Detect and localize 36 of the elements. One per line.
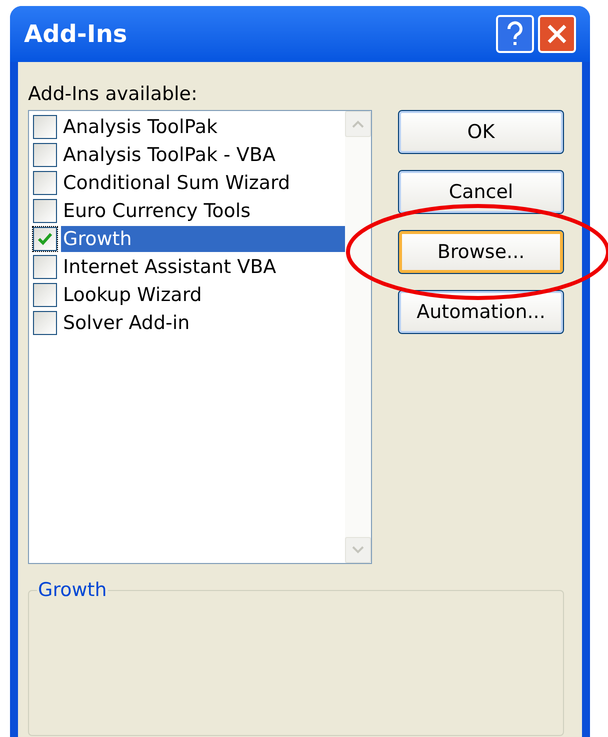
item-label: Lookup Wizard	[62, 283, 203, 308]
dialog-button[interactable]: Cancel	[398, 170, 564, 214]
window-title: Add-Ins	[24, 19, 128, 50]
checkbox[interactable]	[33, 199, 57, 223]
checkbox[interactable]	[33, 171, 57, 195]
help-button[interactable]	[496, 15, 534, 53]
list-label: Add-Ins available:	[28, 82, 198, 106]
item-label: Solver Add-in	[62, 311, 191, 336]
checkbox[interactable]	[33, 255, 57, 279]
close-icon	[546, 23, 568, 45]
checkbox[interactable]	[33, 311, 57, 335]
dialog-button[interactable]: OK	[398, 110, 564, 154]
list-item[interactable]: Analysis ToolPak - VBA	[33, 141, 345, 169]
item-label: Growth	[61, 226, 345, 252]
group-title: Growth	[37, 578, 108, 603]
close-button[interactable]	[538, 15, 576, 53]
list-item[interactable]: Conditional Sum Wizard	[33, 169, 345, 197]
dialog-button[interactable]: Browse...	[398, 230, 564, 274]
item-label: Conditional Sum Wizard	[62, 171, 292, 196]
item-label: Euro Currency Tools	[62, 199, 252, 224]
checkbox[interactable]	[33, 283, 57, 307]
list-item[interactable]: Internet Assistant VBA	[33, 253, 345, 281]
list-item[interactable]: Lookup Wizard	[33, 281, 345, 309]
question-mark-icon	[506, 21, 524, 47]
list-item[interactable]: Analysis ToolPak	[33, 113, 345, 141]
item-label: Internet Assistant VBA	[62, 255, 278, 280]
item-label: Analysis ToolPak - VBA	[62, 143, 276, 168]
list-item[interactable]: Growth	[33, 225, 345, 253]
checkbox[interactable]	[33, 115, 57, 139]
list-item[interactable]: Euro Currency Tools	[33, 197, 345, 225]
item-label: Analysis ToolPak	[62, 115, 218, 140]
checkmark-icon	[37, 232, 53, 246]
checkbox[interactable]	[33, 143, 57, 167]
checkbox[interactable]	[33, 227, 57, 251]
list-item[interactable]: Solver Add-in	[33, 309, 345, 337]
dialog-button[interactable]: Automation...	[398, 290, 564, 334]
